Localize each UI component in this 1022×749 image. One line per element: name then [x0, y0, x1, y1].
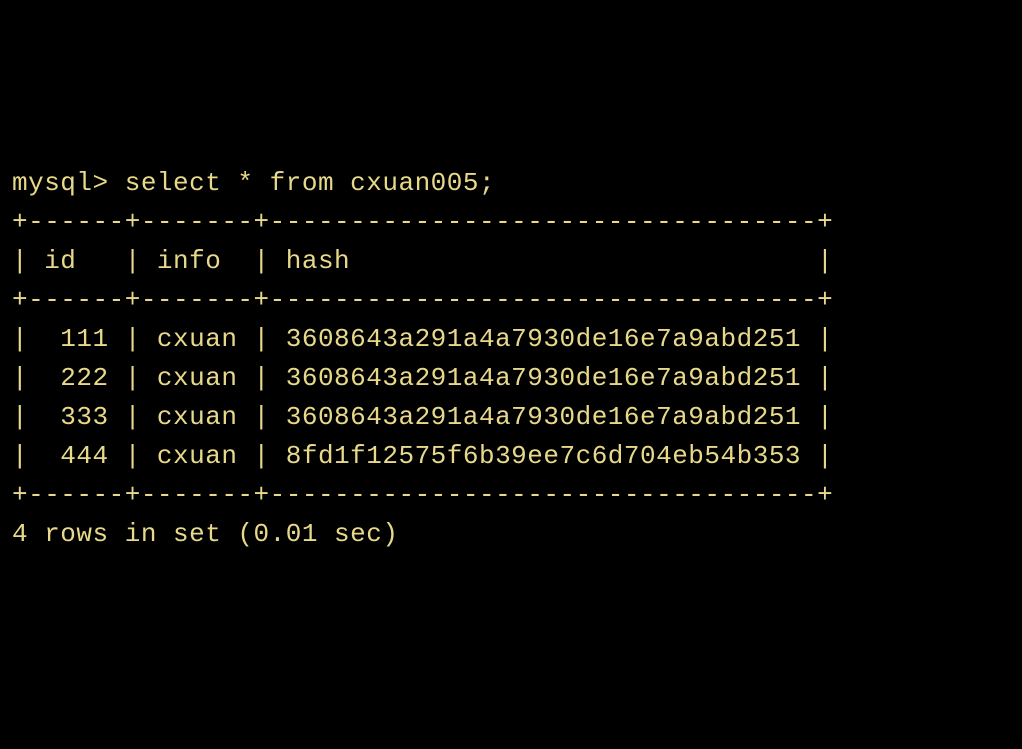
table-header-row: | id | info | hash | — [12, 246, 833, 276]
result-footer: 4 rows in set (0.01 sec) — [12, 519, 398, 549]
sql-command: select * from cxuan005; — [125, 168, 495, 198]
terminal-output: mysql> select * from cxuan005; +------+-… — [12, 164, 1010, 554]
mysql-prompt: mysql> — [12, 168, 125, 198]
table-border-bottom: +------+-------+------------------------… — [12, 480, 833, 510]
table-border-top: +------+-------+------------------------… — [12, 207, 833, 237]
table-row: | 111 | cxuan | 3608643a291a4a7930de16e7… — [12, 324, 833, 354]
table-row: | 444 | cxuan | 8fd1f12575f6b39ee7c6d704… — [12, 441, 833, 471]
table-row: | 222 | cxuan | 3608643a291a4a7930de16e7… — [12, 363, 833, 393]
table-row: | 333 | cxuan | 3608643a291a4a7930de16e7… — [12, 402, 833, 432]
table-border-mid: +------+-------+------------------------… — [12, 285, 833, 315]
